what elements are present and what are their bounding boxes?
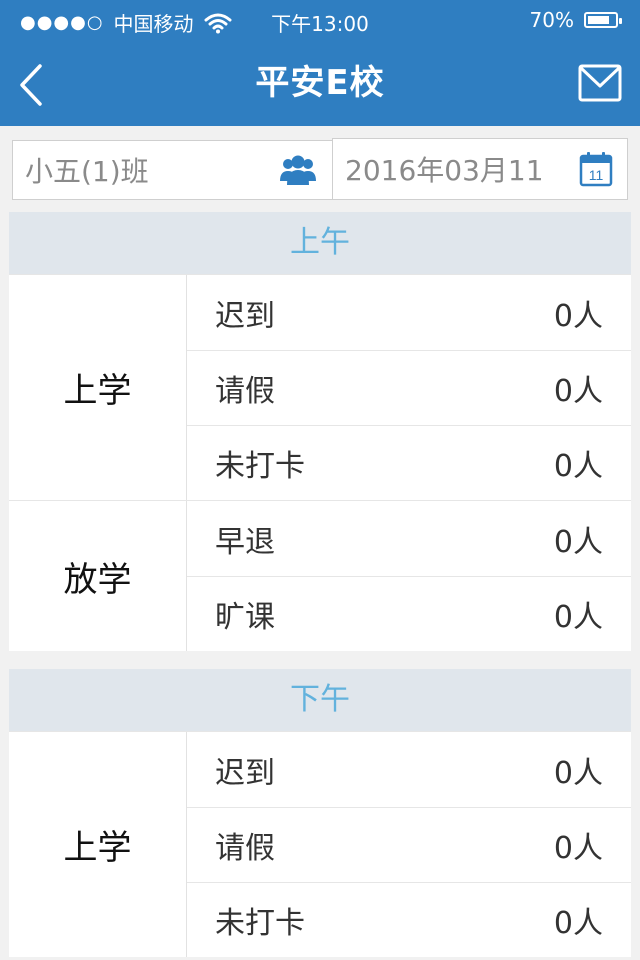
group-items: 早退 0人 旷课 0人: [187, 501, 631, 651]
group-label: 上学: [9, 732, 187, 957]
attendance-type: 早退: [215, 524, 275, 560]
attendance-group: 上学 迟到 0人 请假 0人 未打卡 0人: [9, 274, 631, 500]
filter-row: 小五(1)班 2016年03月11 11: [0, 126, 640, 212]
class-selector-value: 小五(1)班: [25, 155, 149, 188]
nav-bar: 平安E校: [0, 40, 640, 126]
attendance-count: 0人: [553, 374, 603, 409]
attendance-count: 0人: [553, 831, 603, 866]
attendance-row[interactable]: 请假 0人: [187, 807, 631, 882]
date-selector[interactable]: 2016年03月11 11: [332, 138, 628, 200]
attendance-type: 迟到: [215, 298, 275, 334]
attendance-type: 旷课: [215, 600, 275, 635]
attendance-type: 请假: [215, 374, 275, 409]
attendance-count: 0人: [553, 449, 603, 484]
attendance-type: 迟到: [215, 755, 275, 791]
attendance-count: 0人: [553, 755, 603, 791]
section-header: 下午: [9, 669, 631, 731]
battery-percent: 70%: [529, 8, 574, 32]
date-selector-value: 2016年03月11: [345, 154, 544, 187]
group-items: 迟到 0人 请假 0人 未打卡 0人: [187, 275, 631, 500]
attendance-row[interactable]: 未打卡 0人: [187, 882, 631, 957]
morning-section: 上午 上学 迟到 0人 请假 0人 未打卡 0人 放学 早退 0人 旷课 0人: [9, 212, 631, 651]
attendance-count: 0人: [553, 298, 603, 334]
group-label: 放学: [9, 501, 187, 651]
group-items: 迟到 0人 请假 0人 未打卡 0人: [187, 732, 631, 957]
attendance-row[interactable]: 旷课 0人: [187, 576, 631, 651]
afternoon-section: 下午 上学 迟到 0人 请假 0人 未打卡 0人: [9, 669, 631, 957]
attendance-row[interactable]: 早退 0人: [187, 501, 631, 576]
calendar-icon: 11: [579, 152, 613, 187]
group-label: 上学: [9, 275, 187, 500]
attendance-row[interactable]: 迟到 0人: [187, 275, 631, 350]
page-title: 平安E校: [255, 63, 385, 103]
calendar-day: 11: [589, 167, 604, 183]
attendance-count: 0人: [553, 600, 603, 635]
status-right: 70%: [529, 8, 622, 32]
attendance-count: 0人: [553, 906, 603, 941]
mail-button[interactable]: [578, 64, 622, 102]
attendance-row[interactable]: 迟到 0人: [187, 732, 631, 807]
status-bar: ●●●●○ 中国移动 下午13:00 70%: [0, 0, 640, 40]
mail-icon: [578, 64, 622, 102]
attendance-row[interactable]: 未打卡 0人: [187, 425, 631, 500]
attendance-type: 请假: [215, 831, 275, 866]
attendance-type: 未打卡: [215, 906, 305, 941]
attendance-type: 未打卡: [215, 449, 305, 484]
battery-icon: [584, 12, 622, 28]
attendance-group: 放学 早退 0人 旷课 0人: [9, 500, 631, 651]
attendance-group: 上学 迟到 0人 请假 0人 未打卡 0人: [9, 731, 631, 957]
attendance-count: 0人: [553, 524, 603, 560]
section-header: 上午: [9, 212, 631, 274]
class-selector[interactable]: 小五(1)班: [12, 140, 334, 200]
attendance-row[interactable]: 请假 0人: [187, 350, 631, 425]
people-icon: [280, 155, 316, 185]
